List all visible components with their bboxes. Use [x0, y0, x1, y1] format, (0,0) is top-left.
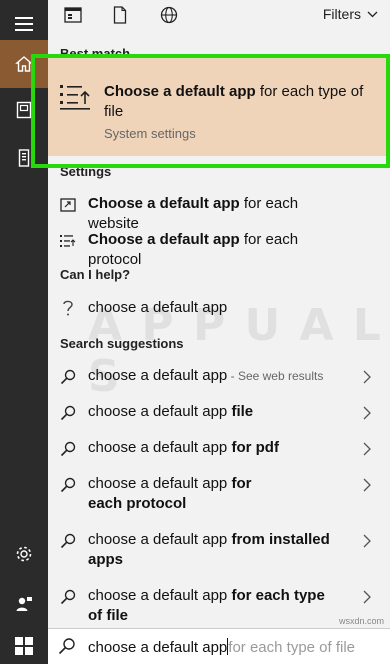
search-input[interactable]: choose a default appfor each type of fil…	[88, 638, 355, 656]
filters-label: Filters	[322, 6, 361, 22]
suggestion-text: choose a default app file	[88, 402, 353, 422]
suggestion-plain: choose a default app	[88, 475, 232, 492]
see-web-results-label: - See web results	[227, 369, 324, 383]
search-typed-text: choose a default app	[88, 639, 228, 656]
devices-button[interactable]	[0, 134, 48, 182]
search-filter-bar: Filters	[48, 0, 390, 30]
search-icon	[58, 475, 78, 495]
chevron-down-icon	[367, 11, 378, 17]
search-results-panel: Filters Best match Choose a default app …	[48, 0, 390, 664]
best-match-subtitle: System settings	[104, 126, 196, 141]
best-match-title-bold: Choose a default app	[104, 83, 256, 100]
watermark-logo: A P P U A L S	[88, 300, 383, 402]
best-match-title: Choose a default app for each type of fi…	[104, 82, 384, 122]
apps-filter-button[interactable]	[62, 4, 84, 26]
protocol-list-icon	[58, 231, 78, 251]
search-icon	[58, 637, 76, 660]
search-suggestions-heading: Search suggestions	[60, 336, 184, 351]
search-icon	[58, 403, 78, 423]
chevron-right-icon[interactable]	[360, 403, 374, 423]
hamburger-icon	[15, 17, 33, 31]
tower-pc-icon	[18, 149, 30, 167]
person-feedback-icon	[16, 597, 32, 611]
chevron-right-icon[interactable]	[360, 439, 374, 459]
chevron-right-icon[interactable]	[360, 367, 374, 387]
search-autocomplete-hint: for each type of file	[228, 639, 356, 656]
settings-result-protocol-bold: Choose a default app	[88, 231, 240, 248]
suggestion-plain: choose a default app	[88, 587, 232, 604]
search-icon	[58, 531, 78, 551]
settings-result-website-text: Choose a default app for each website	[88, 194, 353, 234]
app-window-icon	[64, 7, 82, 23]
suggestion-text: choose a default app for each type of fi…	[88, 586, 328, 626]
chevron-right-icon[interactable]	[360, 587, 374, 607]
notebook-icon	[16, 101, 32, 119]
default-apps-icon	[60, 84, 92, 117]
document-icon	[113, 6, 127, 24]
suggestion-text: choose a default app for pdf	[88, 438, 353, 458]
chevron-right-icon[interactable]	[360, 531, 374, 551]
suggestion-bold: file	[231, 403, 254, 420]
suggestion-text: choose a default app from installed apps	[88, 530, 333, 570]
documents-filter-button[interactable]	[109, 4, 131, 26]
search-box[interactable]: choose a default appfor each type of fil…	[48, 628, 390, 664]
suggestion-plain: choose a default app	[88, 403, 232, 420]
settings-result-protocol-text: Choose a default app for each protocol	[88, 230, 353, 270]
feedback-button[interactable]	[0, 580, 48, 628]
best-match-result[interactable]: Choose a default app for each type of fi…	[48, 58, 390, 156]
web-filter-button[interactable]	[158, 4, 180, 26]
settings-button[interactable]	[0, 530, 48, 578]
settings-heading: Settings	[60, 164, 112, 179]
suggestion-text: choose a default app for each protocol	[88, 474, 278, 514]
source-watermark: wsxdn.com	[338, 616, 384, 626]
suggestion-plain: choose a default app	[88, 367, 228, 384]
search-icon	[58, 587, 78, 607]
windows-start-button[interactable]	[0, 628, 48, 664]
gear-icon	[16, 546, 32, 562]
suggestion-bold: for pdf	[231, 439, 279, 456]
home-icon	[15, 56, 33, 72]
start-menu-rail	[0, 0, 48, 664]
suggestion-text: choose a default app - See web results	[88, 366, 353, 386]
home-button[interactable]	[0, 40, 48, 88]
settings-result-website-bold: Choose a default app	[88, 195, 240, 212]
chevron-right-icon[interactable]	[360, 475, 374, 495]
search-icon	[58, 439, 78, 459]
windows-logo-icon	[15, 637, 33, 655]
can-i-help-heading: Can I help?	[60, 267, 131, 282]
suggestion-plain: choose a default app	[88, 531, 232, 548]
question-mark-icon	[58, 298, 78, 318]
documents-button[interactable]	[0, 86, 48, 134]
globe-icon	[160, 6, 178, 24]
suggestion-plain: choose a default app	[88, 439, 232, 456]
filters-dropdown[interactable]: Filters	[323, 6, 378, 22]
search-icon	[58, 367, 78, 387]
web-link-icon	[58, 195, 78, 215]
